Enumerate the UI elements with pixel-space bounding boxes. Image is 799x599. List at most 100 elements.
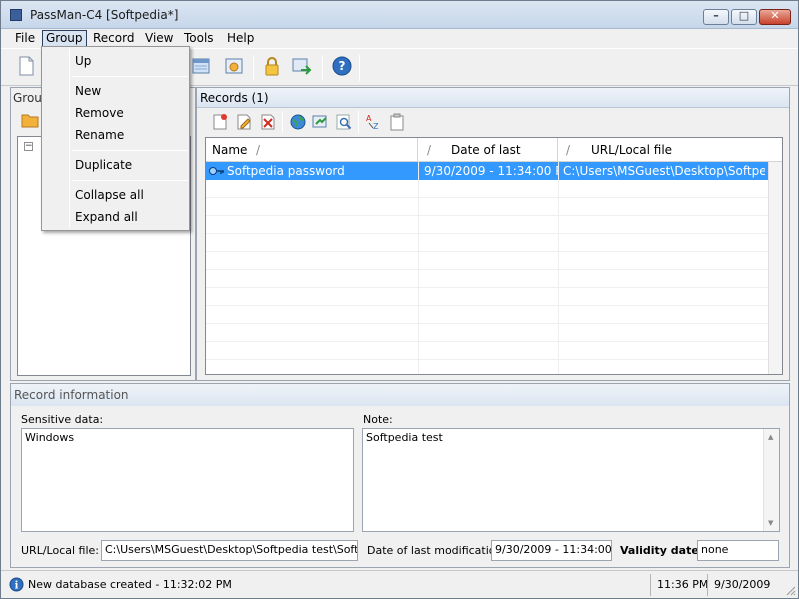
import-icon[interactable] xyxy=(223,55,245,77)
records-panel: Records (1) AZ Name / / Date of last mod… xyxy=(196,87,790,381)
row-gridline xyxy=(206,287,768,288)
title-bar[interactable]: PassMan-C4 [Softpedia*] – □ ✕ xyxy=(1,1,798,29)
record-name: Softpedia password xyxy=(227,164,345,178)
maximize-button[interactable]: □ xyxy=(731,9,757,25)
scroll-up-arrow-icon[interactable]: ▲ xyxy=(768,433,773,441)
lock-icon[interactable] xyxy=(261,55,283,77)
column-name[interactable]: Name / xyxy=(206,138,418,162)
app-icon xyxy=(10,9,22,21)
edit-record-icon[interactable] xyxy=(235,113,253,131)
toolbar-separator xyxy=(322,55,323,81)
menu-file[interactable]: File xyxy=(12,30,38,47)
new-record-icon[interactable] xyxy=(211,113,229,131)
status-bar: i New database created - 11:32:02 PM 11:… xyxy=(1,570,798,598)
records-list[interactable]: Name / / Date of last modific... / URL/L… xyxy=(205,137,783,375)
note-field[interactable]: Softpedia test ▲ ▼ xyxy=(362,428,780,532)
sort-az-icon[interactable]: AZ xyxy=(365,113,383,131)
status-separator xyxy=(650,574,651,596)
toolbar-separator xyxy=(358,111,359,133)
record-information-panel: Record information Sensitive data: Windo… xyxy=(10,383,790,568)
date-modified-label: Date of last modification: xyxy=(367,544,507,557)
column-gridline xyxy=(558,162,559,374)
toolbar-separator xyxy=(282,111,283,133)
help-icon[interactable]: ? xyxy=(331,55,353,77)
menu-item-remove[interactable]: Remove xyxy=(75,104,185,122)
globe-icon[interactable] xyxy=(289,113,307,131)
scroll-down-arrow-icon[interactable]: ▼ xyxy=(768,519,773,527)
status-separator xyxy=(707,574,708,596)
menu-separator xyxy=(72,150,188,151)
svg-text:i: i xyxy=(15,581,19,592)
validity-date-label: Validity date: xyxy=(620,544,704,557)
menu-separator xyxy=(72,76,188,77)
row-gridline xyxy=(206,305,768,306)
column-date[interactable]: / Date of last modific... xyxy=(418,138,558,181)
sort-indicator-icon: / xyxy=(427,143,432,157)
database-icon[interactable] xyxy=(190,55,212,77)
menu-item-duplicate[interactable]: Duplicate xyxy=(75,156,185,174)
resize-grip-icon[interactable] xyxy=(786,586,796,596)
export-icon[interactable] xyxy=(291,55,313,77)
menu-item-up[interactable]: Up xyxy=(75,52,185,70)
menu-icon-gutter xyxy=(69,49,70,228)
sort-indicator-icon: / xyxy=(566,143,571,157)
sort-indicator-icon: / xyxy=(256,143,261,157)
menu-tools[interactable]: Tools xyxy=(181,30,217,47)
row-gridline xyxy=(206,251,768,252)
status-time: 11:36 PM xyxy=(657,578,709,591)
menu-help[interactable]: Help xyxy=(224,30,257,47)
menu-item-new[interactable]: New xyxy=(75,82,185,100)
records-scrollbar[interactable] xyxy=(768,162,782,374)
url-field[interactable]: C:\Users\MSGuest\Desktop\Softpedia test\… xyxy=(101,540,358,561)
open-url-icon[interactable] xyxy=(311,113,329,131)
record-information-title: Record information xyxy=(11,384,789,406)
menu-item-expand-all[interactable]: Expand all xyxy=(75,208,185,226)
url-label: URL/Local file: xyxy=(21,544,99,557)
info-icon: i xyxy=(9,577,24,592)
records-column-header: Name / / Date of last modific... / URL/L… xyxy=(206,138,782,181)
folder-icon[interactable] xyxy=(21,111,39,129)
records-toolbar: AZ xyxy=(197,109,789,135)
toolbar-separator xyxy=(253,55,254,81)
search-icon[interactable] xyxy=(335,113,353,131)
record-date: 9/30/2009 - 11:34:00 PM xyxy=(424,164,558,178)
sensitive-data-field[interactable]: Windows xyxy=(21,428,354,532)
tree-collapse-icon[interactable]: − xyxy=(24,142,33,151)
menu-separator xyxy=(72,180,188,181)
delete-record-icon[interactable] xyxy=(259,113,277,131)
note-scrollbar[interactable]: ▲ ▼ xyxy=(763,429,779,531)
row-gridline xyxy=(206,215,768,216)
minimize-button[interactable]: – xyxy=(703,9,729,25)
toolbar-separator xyxy=(359,55,360,81)
row-gridline xyxy=(206,233,768,234)
clipboard-icon[interactable] xyxy=(388,113,406,131)
row-gridline xyxy=(206,323,768,324)
new-database-icon[interactable] xyxy=(15,55,37,77)
row-gridline xyxy=(206,197,768,198)
key-icon xyxy=(209,167,224,175)
column-gridline xyxy=(418,162,419,374)
menu-item-collapse-all[interactable]: Collapse all xyxy=(75,186,185,204)
records-panel-title: Records (1) xyxy=(197,88,789,108)
row-gridline xyxy=(206,359,768,360)
menu-view[interactable]: View xyxy=(142,30,176,47)
note-text: Softpedia test xyxy=(366,431,443,444)
table-row[interactable]: Softpedia password 9/30/2009 - 11:34:00 … xyxy=(206,162,768,180)
svg-text:Z: Z xyxy=(373,122,379,131)
menu-group[interactable]: Group xyxy=(42,30,87,47)
sensitive-data-label: Sensitive data: xyxy=(21,413,104,426)
menu-record[interactable]: Record xyxy=(90,30,137,47)
date-modified-field[interactable]: 9/30/2009 - 11:34:00 PI xyxy=(491,540,612,561)
app-window: PassMan-C4 [Softpedia*] – □ ✕ File Group… xyxy=(0,0,799,599)
status-date: 9/30/2009 xyxy=(714,578,771,591)
svg-text:?: ? xyxy=(339,59,346,73)
status-message: New database created - 11:32:02 PM xyxy=(28,578,232,591)
menu-item-rename[interactable]: Rename xyxy=(75,126,185,144)
row-gridline xyxy=(206,341,768,342)
validity-date-field[interactable]: none xyxy=(697,540,779,561)
record-url: C:\Users\MSGuest\Desktop\Softpedia ... xyxy=(563,164,765,178)
close-button[interactable]: ✕ xyxy=(759,9,791,25)
group-menu-dropdown: Up New Remove Rename Duplicate Collapse … xyxy=(41,46,190,231)
window-title: PassMan-C4 [Softpedia*] xyxy=(30,8,179,22)
column-url[interactable]: / URL/Local file xyxy=(558,138,782,162)
